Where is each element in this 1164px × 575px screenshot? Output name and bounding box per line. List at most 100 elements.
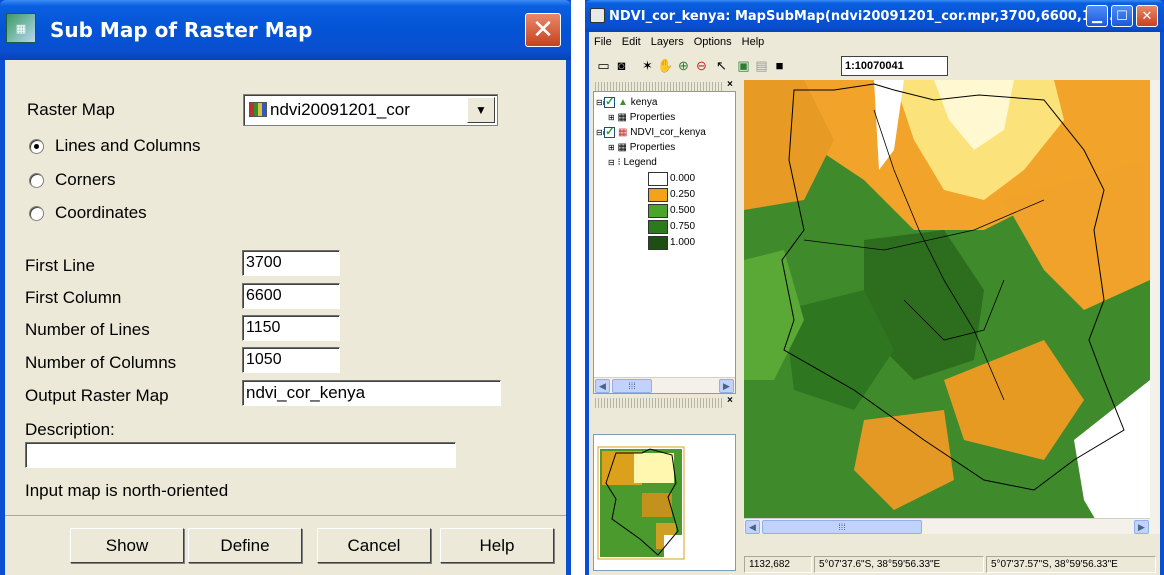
menu-layers[interactable]: Layers (646, 34, 689, 52)
chevron-down-icon: ▼ (475, 103, 487, 117)
layer-kenya-properties-label: Properties (629, 112, 676, 123)
dialog-body: Raster Map ndvi20091201_cor ▼ Lines and … (5, 60, 566, 575)
legend-swatch-2 (648, 204, 668, 218)
layer-ndvi-label: NDVI_cor_kenya (630, 127, 706, 138)
legend-swatch-4 (648, 236, 668, 250)
num-columns-label: Number of Columns (25, 353, 177, 372)
menu-edit[interactable]: Edit (617, 34, 646, 52)
properties-icon: ▦ (617, 142, 627, 153)
cancel-button[interactable]: Cancel (317, 528, 431, 563)
overview-panel-close-icon[interactable]: × (727, 395, 733, 406)
open-view-icon[interactable]: ◙ (613, 57, 630, 74)
layer-ndvi[interactable]: ⊟i ▦ NDVI_cor_kenya (596, 125, 706, 140)
ilwis-app-icon: ▦ (6, 13, 36, 43)
menu-help[interactable]: Help (737, 34, 770, 52)
radio-lines-columns-label[interactable]: Lines and Columns (55, 136, 201, 156)
layer-tree: ⊟i ▲ kenya ⊞ ▦ Properties ⊟i ▦ NDVI_cor_… (593, 91, 736, 394)
raster-map-icon (249, 102, 267, 117)
legend-swatch-0 (648, 172, 668, 186)
status-latlon: 5°07'37.6"S, 38°59'56.33"E (814, 556, 984, 573)
output-map-label: Output Raster Map (25, 386, 169, 405)
properties-icon: ▦ (617, 112, 627, 123)
define-button[interactable]: Define (188, 528, 302, 563)
first-line-label: First Line (25, 256, 95, 275)
map-canvas[interactable]: ◀ ⁞⁞⁞ ▶ (744, 80, 1150, 534)
maximize-button[interactable]: ☐ (1111, 5, 1133, 27)
scroll-thumb[interactable]: ⁞⁞⁞ (612, 379, 652, 393)
map-vscrollbar[interactable] (1150, 80, 1160, 534)
legend-value-4: 1.000 (670, 237, 696, 248)
scroll-left-icon[interactable]: ◀ (595, 379, 610, 393)
zoom-out-icon[interactable]: ⊖ (693, 57, 710, 74)
map-hscrollbar[interactable]: ◀ ⁞⁞⁞ ▶ (744, 518, 1150, 534)
layer-ndvi-properties[interactable]: ⊞ ▦ Properties (608, 141, 675, 155)
minimize-icon: ▁ (1092, 8, 1102, 24)
save-icon[interactable]: ■ (771, 57, 788, 74)
layer-ndvi-checkbox[interactable] (604, 125, 616, 139)
scroll-right-icon[interactable]: ▶ (719, 379, 734, 393)
entire-map-icon[interactable]: ✶ (639, 57, 656, 74)
toolbar: ▭ ◙ ✶ ✋ ⊕ ⊖ ↖ ▣ ▤ ■ 1:10070041 (589, 54, 1160, 78)
map-window-title: NDVI_cor_kenya: MapSubMap(ndvi20091201_c… (609, 8, 1124, 24)
raster-map-dropdown-button[interactable]: ▼ (467, 97, 495, 123)
legend-node[interactable]: ⊟ ⁝ Legend (608, 156, 657, 170)
minimize-button[interactable]: ▁ (1086, 5, 1108, 27)
zoom-in-icon[interactable]: ⊕ (675, 57, 692, 74)
first-column-input[interactable]: 6600 (242, 283, 340, 309)
radio-corners-label[interactable]: Corners (55, 170, 115, 190)
raster-map-select[interactable]: ndvi20091201_cor ▼ (243, 94, 498, 126)
tree-hscrollbar[interactable]: ◀ ⁞⁞⁞ ▶ (594, 377, 735, 393)
pan-hand-icon[interactable]: ✋ (657, 57, 674, 74)
scale-box[interactable]: 1:10070041 (841, 56, 948, 76)
show-button[interactable]: Show (70, 528, 184, 563)
raster-map-value: ndvi20091201_cor (270, 100, 410, 119)
polygon-layer-icon: ▲ (618, 97, 628, 108)
num-columns-input[interactable]: 1050 (242, 347, 340, 373)
map-window-title-bar[interactable]: NDVI_cor_kenya: MapSubMap(ndvi20091201_c… (585, 0, 1164, 32)
map-scroll-thumb[interactable]: ⁞⁞⁞ (762, 520, 922, 534)
description-input[interactable] (25, 442, 456, 468)
pointer-icon[interactable]: ↖ (713, 57, 730, 74)
description-label: Description: (25, 420, 115, 439)
menu-file[interactable]: File (589, 34, 617, 52)
num-lines-label: Number of Lines (25, 320, 150, 339)
dialog-button-row: Show Define Cancel Help (5, 515, 566, 575)
map-window-body: File Edit Layers Options Help ▭ ◙ ✶ ✋ ⊕ … (589, 32, 1160, 575)
first-column-label: First Column (25, 288, 122, 307)
map-scroll-left-icon[interactable]: ◀ (745, 520, 760, 534)
north-oriented-info: Input map is north-oriented (25, 481, 229, 500)
layer-panel-close-icon[interactable]: × (727, 79, 733, 90)
dialog-title-bar[interactable]: ▦ Sub Map of Raster Map ✕ (0, 0, 571, 60)
dialog-close-button[interactable]: ✕ (525, 13, 561, 47)
legend-value-0: 0.000 (670, 173, 696, 184)
legend-swatch-1 (648, 188, 668, 202)
overview-panel-grip[interactable] (593, 398, 723, 408)
legend-icon: ⁝ (617, 157, 621, 168)
help-button[interactable]: Help (440, 528, 554, 563)
layer-icon[interactable]: ▤ (753, 57, 770, 74)
radio-coordinates-label[interactable]: Coordinates (55, 203, 147, 223)
menu-options[interactable]: Options (689, 34, 737, 52)
raster-map-label: Raster Map (27, 100, 115, 119)
new-map-icon[interactable]: ▭ (595, 57, 612, 74)
radio-coordinates[interactable] (29, 206, 44, 221)
radio-lines-columns[interactable] (29, 139, 44, 154)
close-icon: ✕ (532, 15, 554, 45)
first-line-input[interactable]: 3700 (242, 250, 340, 276)
map-window-icon (590, 8, 605, 23)
output-map-input[interactable]: ndvi_cor_kenya (242, 380, 501, 406)
map-scroll-right-icon[interactable]: ▶ (1134, 520, 1149, 534)
legend-label: Legend (623, 157, 657, 168)
radio-corners[interactable] (29, 173, 44, 188)
layer-kenya-checkbox[interactable] (604, 95, 616, 109)
map-close-button[interactable]: ✕ (1136, 5, 1158, 27)
overview-map-image (597, 446, 685, 560)
overview-map[interactable] (593, 434, 736, 571)
legend-value-3: 0.750 (670, 221, 696, 232)
layer-kenya[interactable]: ⊟i ▲ kenya (596, 95, 657, 110)
raster-layer-icon: ▦ (618, 127, 628, 138)
dialog-title: Sub Map of Raster Map (50, 18, 313, 42)
layer-kenya-properties[interactable]: ⊞ ▦ Properties (608, 111, 675, 125)
copy-map-icon[interactable]: ▣ (735, 57, 752, 74)
num-lines-input[interactable]: 1150 (242, 315, 340, 341)
